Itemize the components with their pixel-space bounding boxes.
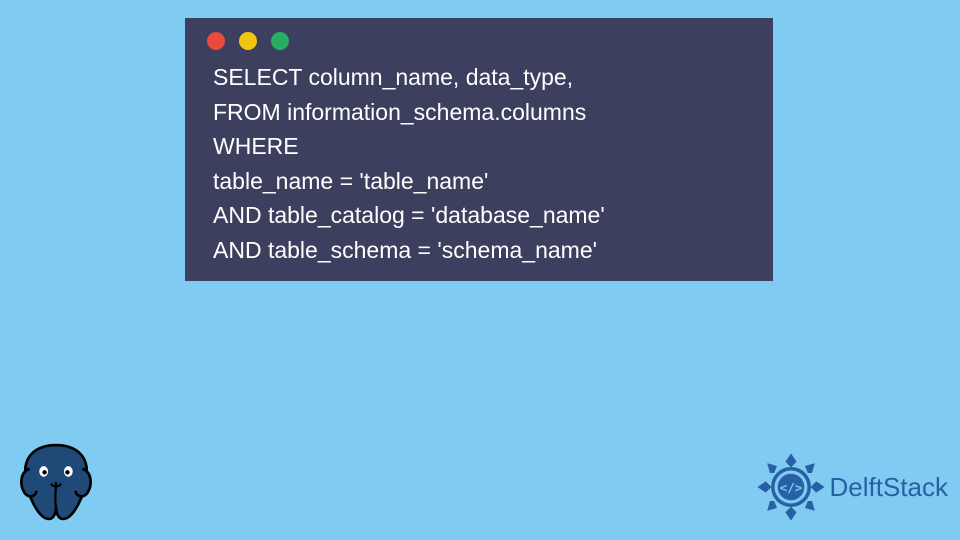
code-window: SELECT column_name, data_type, FROM info… (185, 18, 773, 281)
delftstack-brand: </> DelftStack (756, 452, 949, 522)
code-block: SELECT column_name, data_type, FROM info… (185, 60, 773, 267)
code-line: SELECT column_name, data_type, (213, 64, 573, 90)
delftstack-icon: </> (756, 452, 826, 522)
code-line: WHERE (213, 133, 299, 159)
code-line: AND table_schema = 'schema_name' (213, 237, 597, 263)
close-icon (207, 32, 225, 50)
window-controls (185, 32, 773, 60)
brand-name: DelftStack (830, 472, 949, 503)
code-line: AND table_catalog = 'database_name' (213, 202, 605, 228)
minimize-icon (239, 32, 257, 50)
code-line: table_name = 'table_name' (213, 168, 488, 194)
code-line: FROM information_schema.columns (213, 99, 586, 125)
postgresql-icon (12, 436, 100, 528)
svg-text:</>: </> (779, 480, 802, 495)
maximize-icon (271, 32, 289, 50)
